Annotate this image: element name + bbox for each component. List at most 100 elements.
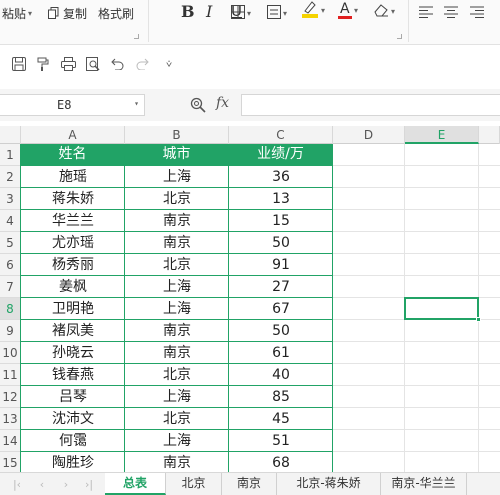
table-cell[interactable]: 50 (229, 320, 333, 342)
table-cell[interactable]: 陶胜珍 (21, 452, 125, 472)
row-header-3[interactable]: 3 (0, 188, 21, 210)
table-cell[interactable]: 上海 (125, 430, 229, 452)
table-cell[interactable]: 南京 (125, 210, 229, 232)
formula-input[interactable] (241, 94, 500, 116)
table-cell[interactable]: 67 (229, 298, 333, 320)
prev-sheet-button[interactable]: ‹ (35, 476, 49, 492)
row-header-13[interactable]: 13 (0, 408, 21, 430)
column-header-c[interactable]: C (229, 126, 333, 144)
spreadsheet-grid[interactable]: ABCDE 1 2 3 4 5 6 7 8 9 10 11 12 13 14 15 姓名 城市 业绩/万 施瑶 上海… (0, 126, 500, 472)
table-cell[interactable]: 北京 (125, 364, 229, 386)
row-header-5[interactable]: 5 (0, 232, 21, 254)
fill-pattern-dropdown-icon[interactable]: ▾ (283, 9, 287, 18)
column-header-b[interactable]: B (125, 126, 229, 144)
customize-toolbar-button[interactable]: ⩒ (160, 55, 178, 73)
table-cell[interactable]: 尤亦瑶 (21, 232, 125, 254)
bold-button[interactable]: B (181, 1, 195, 21)
table-cell[interactable]: 15 (229, 210, 333, 232)
row-header-12[interactable]: 12 (0, 386, 21, 408)
table-cell[interactable]: 61 (229, 342, 333, 364)
highlight-dropdown-icon[interactable]: ▾ (321, 6, 325, 15)
format-painter-button[interactable]: 格式刷 (98, 3, 134, 23)
row-header-10[interactable]: 10 (0, 342, 21, 364)
next-sheet-button[interactable]: › (59, 476, 73, 492)
row-header-2[interactable]: 2 (0, 166, 21, 188)
last-sheet-button[interactable]: ›| (82, 476, 96, 492)
border-button[interactable]: ▾ (231, 3, 251, 23)
row-header-14[interactable]: 14 (0, 430, 21, 452)
undo-button[interactable] (108, 55, 126, 73)
table-cell[interactable]: 南京 (125, 342, 229, 364)
column-header-a[interactable]: A (21, 126, 125, 144)
clipboard-group-launcher-icon[interactable] (134, 34, 139, 39)
copy-button[interactable]: 复制 (48, 3, 87, 23)
table-cell[interactable]: 北京 (125, 408, 229, 430)
table-cell[interactable]: 45 (229, 408, 333, 430)
row-header-8[interactable]: 8 (0, 298, 21, 320)
table-header-cell[interactable]: 业绩/万 (229, 144, 332, 165)
print-button[interactable] (59, 55, 77, 73)
print-preview-button[interactable] (84, 55, 102, 73)
table-cell[interactable]: 51 (229, 430, 333, 452)
table-cell[interactable]: 40 (229, 364, 333, 386)
name-box[interactable]: E8 ▾ (0, 94, 145, 116)
row-header-7[interactable]: 7 (0, 276, 21, 298)
table-cell[interactable]: 何霭 (21, 430, 125, 452)
first-sheet-button[interactable]: |‹ (10, 476, 24, 492)
selected-cell-e8[interactable] (404, 297, 479, 320)
table-cell[interactable]: 孙晓云 (21, 342, 125, 364)
select-all-corner[interactable] (0, 126, 21, 144)
table-cell[interactable]: 沈沛文 (21, 408, 125, 430)
row-header-6[interactable]: 6 (0, 254, 21, 276)
border-dropdown-icon[interactable]: ▾ (247, 9, 251, 18)
column-header-e[interactable]: E (405, 126, 479, 144)
font-color-dropdown-icon[interactable]: ▾ (354, 6, 358, 15)
table-cell[interactable]: 13 (229, 188, 333, 210)
table-cell[interactable]: 27 (229, 276, 333, 298)
table-cell[interactable]: 南京 (125, 232, 229, 254)
row-header-9[interactable]: 9 (0, 320, 21, 342)
sheet-tab[interactable]: 北京-蒋朱娇 (277, 473, 381, 495)
name-box-dropdown-icon[interactable]: ▾ (134, 99, 139, 108)
sheet-tab[interactable]: 总表 (105, 473, 166, 495)
table-cell[interactable]: 北京 (125, 188, 229, 210)
font-color-button[interactable]: A ▾ (338, 0, 358, 20)
row-header-11[interactable]: 11 (0, 364, 21, 386)
table-cell[interactable]: 褚凤美 (21, 320, 125, 342)
table-cell[interactable]: 上海 (125, 298, 229, 320)
row-header-15[interactable]: 15 (0, 452, 21, 472)
column-header-d[interactable]: D (333, 126, 405, 144)
table-cell[interactable]: 施瑶 (21, 166, 125, 188)
insert-function-button[interactable]: fx (216, 95, 229, 111)
align-right-button[interactable] (470, 3, 484, 23)
table-cell[interactable]: 杨秀丽 (21, 254, 125, 276)
table-header-cell[interactable]: 城市 (125, 144, 228, 165)
table-cell[interactable]: 北京 (125, 254, 229, 276)
table-cell[interactable]: 卫明艳 (21, 298, 125, 320)
clear-format-dropdown-icon[interactable]: ▾ (391, 7, 395, 16)
table-cell[interactable]: 50 (229, 232, 333, 254)
column-header-f[interactable] (479, 126, 500, 144)
highlight-button[interactable]: ▾ (301, 0, 325, 20)
table-cell[interactable]: 姜枫 (21, 276, 125, 298)
table-cell[interactable]: 华兰兰 (21, 210, 125, 232)
table-cell[interactable]: 上海 (125, 276, 229, 298)
table-cell[interactable]: 68 (229, 452, 333, 472)
sheet-tab[interactable]: 南京-华兰兰 (381, 473, 467, 495)
zoom-lookup-button[interactable] (190, 97, 206, 116)
sheet-tab[interactable]: 南京 (222, 473, 277, 495)
table-cell[interactable]: 南京 (125, 452, 229, 472)
table-cell[interactable]: 91 (229, 254, 333, 276)
redo-button[interactable] (134, 55, 152, 73)
table-header-cell[interactable]: 姓名 (21, 144, 124, 165)
table-cell[interactable]: 钱春燕 (21, 364, 125, 386)
italic-button[interactable]: I (206, 1, 212, 21)
row-header-1[interactable]: 1 (0, 144, 21, 166)
table-cell[interactable]: 吕琴 (21, 386, 125, 408)
clear-format-button[interactable]: ▾ (373, 1, 395, 21)
table-cell[interactable]: 蒋朱娇 (21, 188, 125, 210)
paste-dropdown-icon[interactable]: ▾ (28, 9, 32, 18)
table-cell[interactable]: 上海 (125, 166, 229, 188)
fill-handle[interactable] (476, 317, 481, 322)
font-group-launcher-icon[interactable] (397, 34, 402, 39)
